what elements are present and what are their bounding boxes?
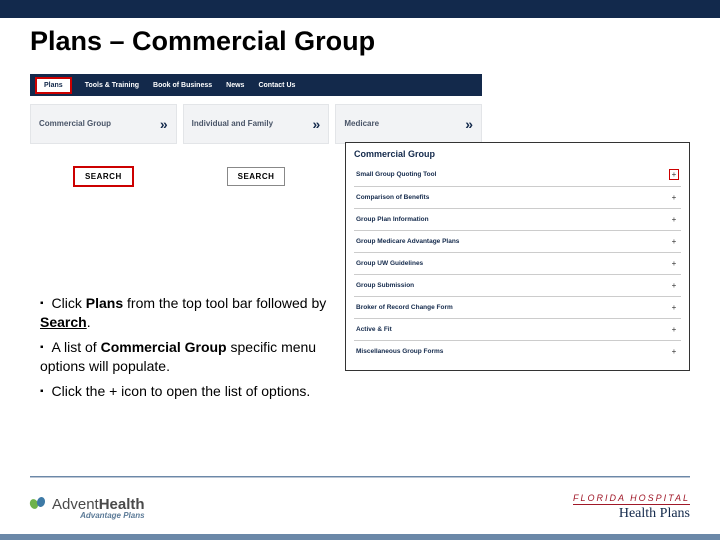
- cg-row-misc-group-forms[interactable]: Miscellaneous Group Forms +: [354, 341, 681, 362]
- plus-icon[interactable]: +: [669, 193, 679, 202]
- nav-news[interactable]: News: [226, 82, 244, 89]
- plan-card-individual-family[interactable]: Individual and Family »: [183, 104, 330, 144]
- nav-tools-training[interactable]: Tools & Training: [85, 82, 139, 89]
- plan-card-label: Commercial Group: [39, 120, 111, 129]
- cg-row-small-group-quoting[interactable]: Small Group Quoting Tool +: [354, 163, 681, 187]
- chevron-right-icon: »: [313, 116, 321, 132]
- advent-health-logo: AdventHealth Advantage Plans: [30, 496, 145, 520]
- cg-row-group-submission[interactable]: Group Submission +: [354, 275, 681, 297]
- page-title: Plans – Commercial Group: [30, 26, 375, 57]
- cg-row-broker-of-record[interactable]: Broker of Record Change Form +: [354, 297, 681, 319]
- plus-icon[interactable]: +: [669, 215, 679, 224]
- nav-plans[interactable]: Plans: [36, 78, 71, 93]
- commercial-group-panel: Commercial Group Small Group Quoting Too…: [345, 142, 690, 371]
- chevron-right-icon: »: [160, 116, 168, 132]
- footer-divider: [30, 476, 690, 478]
- nav-book-of-business[interactable]: Book of Business: [153, 82, 212, 89]
- plus-icon[interactable]: +: [669, 347, 679, 356]
- plus-icon[interactable]: +: [669, 259, 679, 268]
- nav-contact-us[interactable]: Contact Us: [258, 82, 295, 89]
- search-button[interactable]: SEARCH: [227, 167, 286, 186]
- plus-icon[interactable]: +: [669, 237, 679, 246]
- chevron-right-icon: »: [465, 116, 473, 132]
- cg-row-comparison-benefits[interactable]: Comparison of Benefits +: [354, 187, 681, 209]
- instruction-item: Click the + icon to open the list of opt…: [40, 382, 340, 401]
- footer: AdventHealth Advantage Plans FLORIDA HOS…: [30, 493, 690, 522]
- plan-card-commercial-group[interactable]: Commercial Group »: [30, 104, 177, 144]
- leaf-icon: [30, 497, 48, 511]
- plus-icon[interactable]: +: [669, 281, 679, 290]
- plan-card-label: Individual and Family: [192, 120, 273, 129]
- instruction-list: Click Plans from the top tool bar follow…: [40, 294, 340, 406]
- instruction-item: A list of Commercial Group specific menu…: [40, 338, 340, 376]
- cg-row-group-uw-guidelines[interactable]: Group UW Guidelines +: [354, 253, 681, 275]
- slide-bottom-bar: [0, 534, 720, 540]
- plan-card-label: Medicare: [344, 120, 379, 129]
- slide-top-bar: [0, 0, 720, 18]
- cg-row-active-fit[interactable]: Active & Fit +: [354, 319, 681, 341]
- cg-row-group-plan-info[interactable]: Group Plan Information +: [354, 209, 681, 231]
- search-button[interactable]: SEARCH: [74, 167, 133, 186]
- health-plans-logo: FLORIDA HOSPITAL Health Plans: [573, 493, 690, 522]
- top-nav: Plans Tools & Training Book of Business …: [30, 74, 482, 96]
- plan-card-row: Commercial Group » Individual and Family…: [30, 104, 482, 144]
- instruction-item: Click Plans from the top tool bar follow…: [40, 294, 340, 332]
- plus-icon[interactable]: +: [669, 303, 679, 312]
- cg-row-group-medicare-advantage[interactable]: Group Medicare Advantage Plans +: [354, 231, 681, 253]
- plan-card-medicare[interactable]: Medicare »: [335, 104, 482, 144]
- plus-icon[interactable]: +: [669, 325, 679, 334]
- plus-icon[interactable]: +: [669, 169, 679, 180]
- cg-panel-title: Commercial Group: [354, 149, 681, 159]
